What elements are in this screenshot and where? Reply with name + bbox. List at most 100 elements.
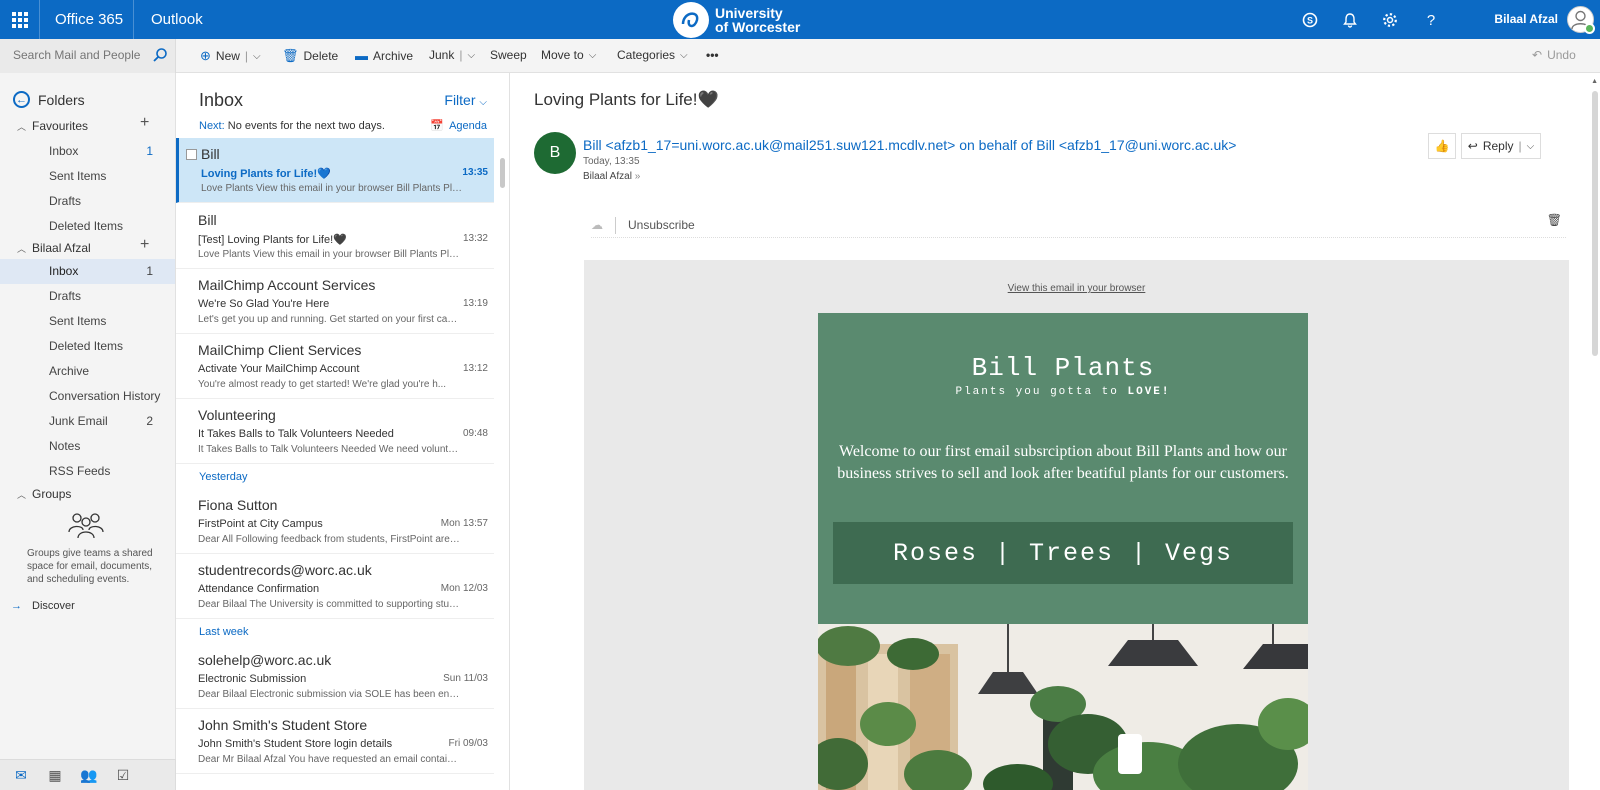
sender-address[interactable]: Bill <afzb1_17=uni.worc.ac.uk@mail251.su…	[583, 137, 1236, 153]
new-button[interactable]: ⊕ New | ⌵	[200, 48, 261, 64]
category-nav[interactable]: Roses | Trees | Vegs	[833, 522, 1293, 584]
chevron-down-icon[interactable]: ⌵	[253, 51, 261, 62]
add-folder-icon[interactable]: +	[140, 236, 149, 254]
search-icon[interactable]	[152, 47, 168, 63]
trash-icon: 🗑	[282, 48, 299, 63]
favourite-drafts[interactable]: Drafts	[0, 189, 175, 214]
date-group-header: Last week	[199, 626, 249, 638]
folder-junk-email[interactable]: Junk Email 2	[0, 409, 175, 434]
sender-avatar[interactable]: B	[534, 132, 576, 174]
reading-scrollbar[interactable]	[1592, 91, 1598, 356]
list-item[interactable]: MailChimp Client Services Activate Your …	[176, 334, 494, 399]
groups-section[interactable]: ︿ Groups	[17, 487, 71, 501]
chevron-up-icon: ︿	[17, 243, 27, 254]
groups-icon	[68, 513, 104, 539]
list-item[interactable]: Volunteering It Takes Balls to Talk Volu…	[176, 399, 494, 464]
list-item[interactable]: studentrecords@worc.ac.uk Attendance Con…	[176, 554, 494, 619]
select-checkbox[interactable]	[186, 149, 197, 160]
folder-rss-feeds[interactable]: RSS Feeds	[0, 459, 175, 484]
list-item[interactable]: solehelp@worc.ac.uk Electronic Submissio…	[176, 644, 494, 709]
scroll-up-arrow[interactable]: ▲	[1591, 78, 1598, 85]
folder-deleted-items[interactable]: Deleted Items	[0, 334, 175, 359]
bell-icon[interactable]	[1340, 10, 1360, 30]
archive-button[interactable]: ▬ Archive	[355, 48, 413, 63]
cloud-icon: ☁	[591, 218, 603, 232]
folder-notes[interactable]: Notes	[0, 434, 175, 459]
view-in-browser-link[interactable]: View this email in your browser	[584, 283, 1569, 294]
reply-button[interactable]: ↩ Reply | ⌵	[1461, 133, 1541, 159]
chevron-down-icon: ⌵	[479, 97, 487, 108]
user-name[interactable]: Bilaal Afzal	[1494, 12, 1558, 26]
calendar-icon[interactable]: ▦	[46, 767, 64, 784]
undo-button[interactable]: ↶ Undo	[1532, 48, 1576, 62]
app-name[interactable]: Office 365	[55, 11, 123, 28]
add-favourite-icon[interactable]: +	[140, 114, 149, 132]
list-scrollbar[interactable]	[500, 158, 505, 188]
delete-button[interactable]: 🗑 Delete	[282, 48, 338, 64]
reading-pane: Loving Plants for Life!🖤 B Bill <afzb1_1…	[511, 73, 1600, 790]
calendar-icon: 📅	[430, 120, 445, 132]
chevron-up-icon: ︿	[17, 121, 27, 132]
folders-header[interactable]: ← Folders	[13, 91, 85, 108]
brand-line-1: University	[715, 4, 783, 21]
thumbs-up-icon: 👍	[1434, 139, 1450, 153]
favourites-section[interactable]: ︿ Favourites	[17, 119, 88, 133]
account-section[interactable]: ︿ Bilaal Afzal	[17, 241, 91, 255]
message-date: Today, 13:35	[583, 156, 640, 167]
sweep-button[interactable]: Sweep	[490, 48, 527, 62]
unsubscribe-link[interactable]: Unsubscribe	[628, 218, 695, 232]
more-actions-button[interactable]: •••	[706, 48, 719, 62]
mail-icon[interactable]: ✉	[12, 767, 30, 784]
list-item[interactable]: Bill Loving Plants for Life!💙 13:35 Love…	[176, 138, 494, 203]
newsletter-brand: Bill Plants	[971, 353, 1155, 383]
chevron-down-icon[interactable]: ⌵	[1527, 141, 1535, 152]
trash-icon[interactable]: 🗑	[1547, 213, 1562, 227]
folder-drafts[interactable]: Drafts	[0, 284, 175, 309]
tasks-icon[interactable]: ☑	[114, 767, 132, 784]
categories-button[interactable]: Categories ⌵	[617, 48, 688, 62]
like-button[interactable]: 👍	[1428, 133, 1456, 159]
user-avatar[interactable]	[1567, 6, 1595, 34]
favourite-sent-items[interactable]: Sent Items	[0, 164, 175, 189]
expand-recipients-icon[interactable]: »	[635, 171, 641, 182]
filter-button[interactable]: Filter ⌵	[444, 92, 487, 108]
groups-description: Groups give teams a shared space for ema…	[27, 548, 153, 585]
message-subject: Loving Plants for Life!🖤	[534, 90, 719, 109]
agenda-button[interactable]: 📅 Agenda	[430, 119, 487, 133]
module-switcher: ✉ ▦ 👥 ☑	[0, 759, 176, 790]
next-events: Next: No events for the next two days.	[199, 120, 385, 132]
arrow-right-icon: →	[11, 600, 22, 612]
newsletter-tagline: Plants you gotta to LOVE!	[955, 386, 1171, 398]
waffle-icon	[11, 11, 28, 28]
recipient[interactable]: Bilaal Afzal »	[583, 171, 640, 182]
message-list: Inbox Filter ⌵ Next: No events for the n…	[176, 73, 510, 790]
folder-archive[interactable]: Archive	[0, 359, 175, 384]
list-item[interactable]: MailChimp Account Services We're So Glad…	[176, 269, 494, 334]
archive-icon: ▬	[355, 48, 368, 63]
email-body: View this email in your browser Bill Pla…	[584, 260, 1569, 790]
list-item[interactable]: Bill [Test] Loving Plants for Life!🖤 13:…	[176, 204, 494, 269]
folder-sent-items[interactable]: Sent Items	[0, 309, 175, 334]
search-input[interactable]	[13, 48, 148, 62]
app-launcher-button[interactable]	[0, 0, 40, 39]
module-name[interactable]: Outlook	[151, 11, 203, 28]
discover-groups-link[interactable]: → Discover	[11, 600, 75, 612]
chevron-down-icon: ⌵	[680, 49, 688, 61]
help-icon[interactable]: ?	[1421, 10, 1441, 30]
svg-text:S: S	[1307, 16, 1313, 26]
junk-button[interactable]: Junk | ⌵	[429, 48, 475, 62]
gear-icon[interactable]	[1380, 10, 1400, 30]
folder-inbox[interactable]: Inbox 1	[0, 259, 175, 284]
collapse-pane-icon[interactable]: ←	[13, 91, 30, 108]
folder-conversation-history[interactable]: Conversation History	[0, 384, 175, 409]
chevron-down-icon[interactable]: ⌵	[467, 50, 475, 61]
list-item[interactable]: John Smith's Student Store John Smith's …	[176, 709, 494, 774]
people-icon[interactable]: 👥	[80, 767, 98, 784]
presence-available-icon	[1584, 23, 1595, 34]
folder-pane: ← Folders ︿ Favourites + Inbox 1 Sent Ite…	[0, 73, 176, 759]
skype-icon[interactable]: S	[1300, 10, 1320, 30]
list-item[interactable]: Fiona Sutton FirstPoint at City Campus M…	[176, 489, 494, 554]
favourite-inbox[interactable]: Inbox 1	[0, 139, 175, 164]
move-to-button[interactable]: Move to ⌵	[541, 48, 596, 62]
brand-line-2: of Worcester	[715, 18, 801, 35]
